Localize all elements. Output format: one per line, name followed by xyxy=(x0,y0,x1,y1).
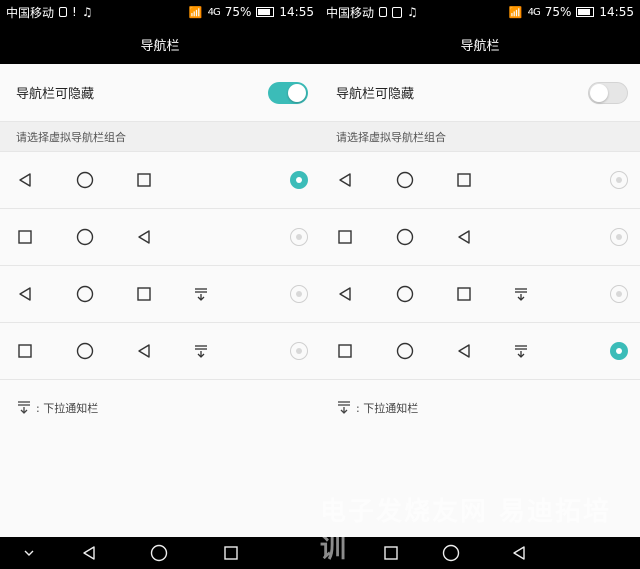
back-triangle-icon xyxy=(455,342,473,360)
home-circle-icon xyxy=(76,342,94,360)
page-title: 导航栏 xyxy=(0,24,320,64)
combination-list xyxy=(0,152,320,380)
home-circle-icon[interactable] xyxy=(150,544,168,562)
recent-square-icon[interactable] xyxy=(222,544,240,562)
combination-radio[interactable] xyxy=(610,171,628,189)
back-triangle-icon xyxy=(16,171,34,189)
hide-navbar-row[interactable]: 导航栏可隐藏 xyxy=(320,64,640,122)
combination-row-2[interactable] xyxy=(0,209,320,266)
home-circle-icon xyxy=(76,228,94,246)
hide-navbar-switch[interactable] xyxy=(588,81,628,104)
clock: 14:55 xyxy=(599,5,634,19)
combination-radio[interactable] xyxy=(610,228,628,246)
legend-text: : 下拉通知栏 xyxy=(356,402,419,415)
system-nav-bar xyxy=(0,537,320,569)
status-bar: 中国移动 ♫ 📶 4G 75% 14:55 xyxy=(320,0,640,24)
combination-row-1[interactable] xyxy=(0,152,320,209)
signal-4g-label: 4G xyxy=(207,6,221,18)
back-triangle-icon xyxy=(135,228,153,246)
recent-square-icon xyxy=(135,285,153,303)
back-triangle-icon xyxy=(135,342,153,360)
clock: 14:55 xyxy=(279,5,314,19)
home-circle-icon xyxy=(76,171,94,189)
section-label: 请选择虚拟导航栏组合 xyxy=(320,122,640,152)
home-circle-icon xyxy=(396,228,414,246)
wifi-icon: 📶 xyxy=(508,5,523,19)
recent-square-icon xyxy=(455,285,473,303)
legend: : 下拉通知栏 xyxy=(0,380,320,436)
notification-pull-icon xyxy=(512,342,530,360)
phone-screen-left: 中国移动 ! ♫ 📶 4G 75% 14:55 导航栏 导航栏可隐藏 请选择虚拟… xyxy=(0,0,320,569)
back-triangle-icon xyxy=(455,228,473,246)
chevron-down-icon[interactable] xyxy=(20,544,38,562)
notification-pull-icon xyxy=(336,399,352,418)
hide-navbar-switch[interactable] xyxy=(268,81,308,104)
notification-pull-icon xyxy=(192,285,210,303)
hide-navbar-label: 导航栏可隐藏 xyxy=(336,87,415,102)
image-icon xyxy=(392,6,403,18)
notification-pull-icon xyxy=(16,399,32,418)
sim-icon xyxy=(379,7,388,17)
combination-radio[interactable] xyxy=(290,285,308,303)
hide-navbar-row[interactable]: 导航栏可隐藏 xyxy=(0,64,320,122)
headset-icon: ♫ xyxy=(407,5,418,19)
battery-percent: 75% xyxy=(544,5,572,19)
back-triangle-icon xyxy=(16,285,34,303)
recent-square-icon xyxy=(336,342,354,360)
battery-icon xyxy=(576,7,595,17)
watermark: 电子发烧友网 易迪拓培训 xyxy=(320,497,612,564)
combination-row-4[interactable] xyxy=(0,323,320,380)
carrier-label: 中国移动 xyxy=(326,5,375,20)
switch-knob xyxy=(288,83,306,102)
recent-square-icon xyxy=(135,171,153,189)
combination-radio[interactable] xyxy=(610,342,628,360)
section-label: 请选择虚拟导航栏组合 xyxy=(0,122,320,152)
recent-square-icon xyxy=(16,342,34,360)
signal-4g-label: 4G xyxy=(527,6,541,18)
notification-pull-icon xyxy=(512,285,530,303)
back-triangle-icon xyxy=(336,285,354,303)
sim-icon xyxy=(59,7,68,17)
alert-icon: ! xyxy=(72,5,77,19)
home-circle-icon xyxy=(396,171,414,189)
notification-pull-icon xyxy=(192,342,210,360)
status-bar: 中国移动 ! ♫ 📶 4G 75% 14:55 xyxy=(0,0,320,24)
back-triangle-icon xyxy=(336,171,354,189)
combination-radio[interactable] xyxy=(290,342,308,360)
home-circle-icon xyxy=(76,285,94,303)
home-circle-icon xyxy=(396,342,414,360)
combination-row-3[interactable] xyxy=(0,266,320,323)
battery-icon xyxy=(256,7,275,17)
recent-square-icon xyxy=(336,228,354,246)
combination-list xyxy=(320,152,640,380)
hide-navbar-label: 导航栏可隐藏 xyxy=(16,87,95,102)
headset-icon: ♫ xyxy=(81,5,93,19)
combination-radio[interactable] xyxy=(610,285,628,303)
home-circle-icon xyxy=(396,285,414,303)
combination-row-2[interactable] xyxy=(320,209,640,266)
back-triangle-icon[interactable] xyxy=(80,544,98,562)
combination-row-3[interactable] xyxy=(320,266,640,323)
wifi-icon: 📶 xyxy=(188,5,203,19)
combination-row-1[interactable] xyxy=(320,152,640,209)
battery-percent: 75% xyxy=(224,5,252,19)
combination-radio[interactable] xyxy=(290,228,308,246)
legend-text: : 下拉通知栏 xyxy=(36,402,99,415)
carrier-label: 中国移动 xyxy=(6,5,55,20)
phone-screen-right: 中国移动 ♫ 📶 4G 75% 14:55 导航栏 导航栏可隐藏 请选择虚拟导航… xyxy=(320,0,640,569)
page-title: 导航栏 xyxy=(320,24,640,64)
combination-row-4[interactable] xyxy=(320,323,640,380)
legend: : 下拉通知栏 xyxy=(320,380,640,436)
combination-radio[interactable] xyxy=(290,171,308,189)
recent-square-icon xyxy=(16,228,34,246)
switch-knob xyxy=(590,83,608,102)
recent-square-icon xyxy=(455,171,473,189)
